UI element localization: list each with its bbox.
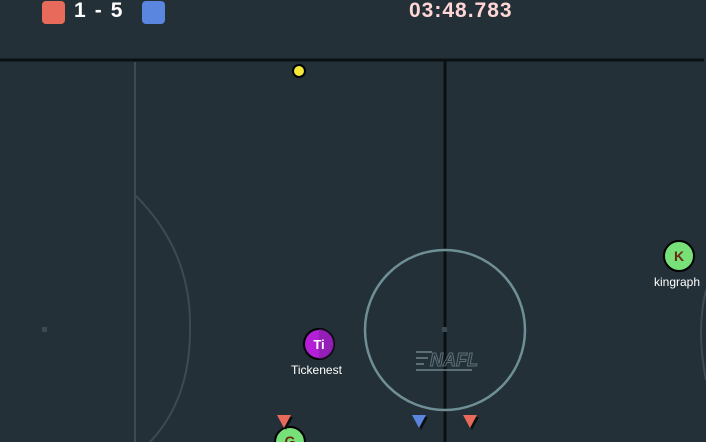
red-team-swatch [42,1,65,24]
player-initials: G [285,433,296,442]
left-penalty-spot [42,327,47,332]
red-score: 1 [74,0,87,22]
blue-score: 5 [110,0,124,22]
left-penalty-arc [135,195,192,442]
game-viewport[interactable]: NAFL Ti K G 1 - 5 03:48.783 Tickenest ki… [0,0,706,442]
scoreboard: 1-5 03:48.783 [0,0,706,26]
player-tickenest[interactable]: Ti [303,328,335,360]
player-initials: K [674,248,684,264]
offscreen-marker-blue [412,415,428,430]
score-separator: - [94,0,103,22]
league-logo-text: NAFL [430,350,478,370]
player-initials: Ti [313,337,324,352]
ball [292,64,306,78]
player-name-label: kingraph [654,275,701,289]
league-logo: NAFL [416,350,479,371]
match-timer: 03:48.783 [409,0,513,22]
player-kingraph[interactable]: K [663,240,695,272]
right-penalty-arc [700,289,706,381]
player-partial-bottom[interactable]: G [274,426,306,442]
player-name-label: Tickenest [291,363,342,377]
center-spot [442,327,447,332]
field-canvas: NAFL Ti K G [0,58,706,442]
offscreen-marker-red-right [463,415,479,430]
blue-team-swatch [142,1,165,24]
score-display: 1-5 [74,0,123,23]
